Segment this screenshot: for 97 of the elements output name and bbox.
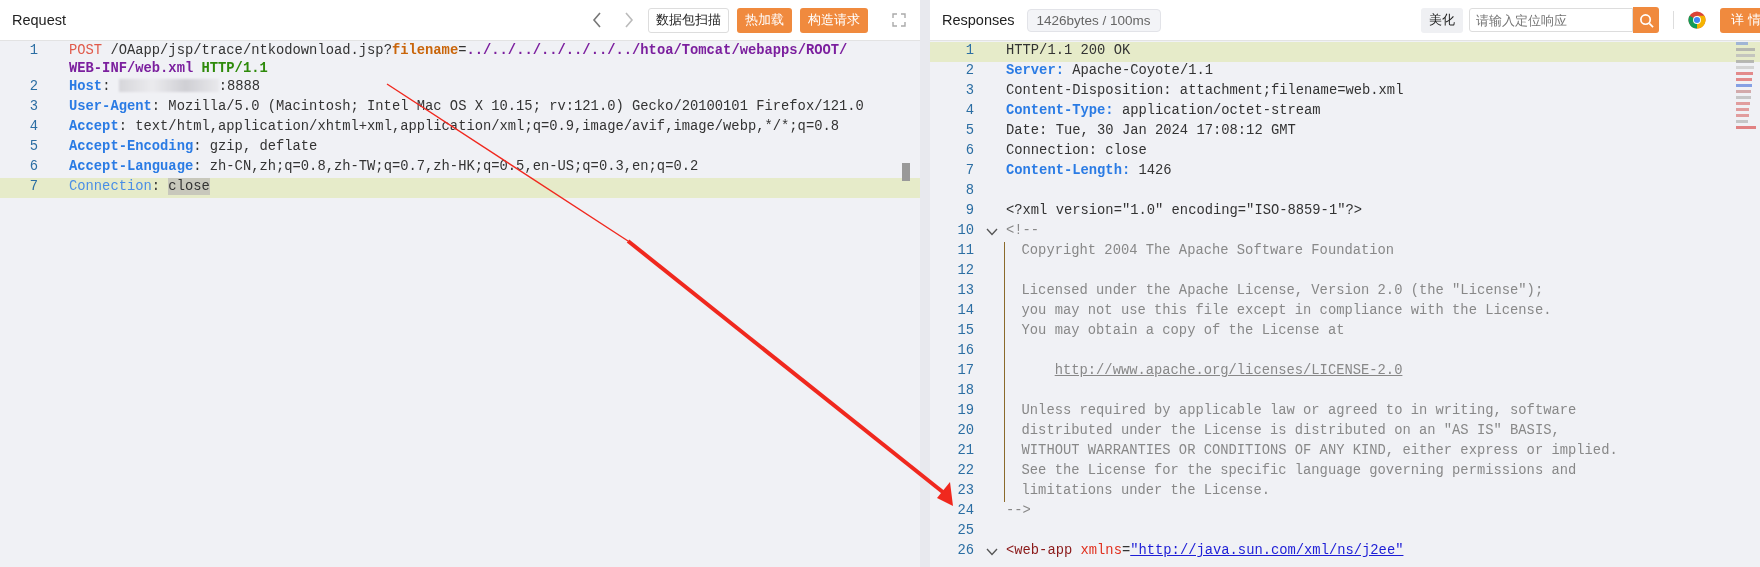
line-number: 9 xyxy=(964,202,975,220)
code-text: Connection: close xyxy=(1006,143,1147,158)
line-number: 3 xyxy=(28,97,39,116)
code-text: : gzip, deflate xyxy=(193,137,318,156)
xml-attribute: xmlns xyxy=(1079,543,1122,558)
expand-icon[interactable] xyxy=(892,13,906,27)
line-number: 5 xyxy=(28,137,39,156)
header-name: Content-Type: xyxy=(1006,103,1114,118)
details-button[interactable]: 详 情 xyxy=(1720,7,1760,33)
code-text: Content-Disposition: attachment;filename=web.xml xyxy=(1006,83,1404,98)
comment-text: Licensed under the Apache License, Version 2.0 (the "License"); xyxy=(1020,283,1544,298)
line-number: 25 xyxy=(956,522,975,540)
line-number: 10 xyxy=(956,222,975,240)
line-number: 2 xyxy=(964,62,975,80)
fold-caret-icon[interactable] xyxy=(986,548,998,556)
line-number: 21 xyxy=(956,442,975,460)
header-name: User-Agent xyxy=(69,97,152,116)
comment-text: Copyright 2004 The Apache Software Foundation xyxy=(1020,243,1395,258)
line-number: 20 xyxy=(956,422,975,440)
line-number: 8 xyxy=(964,182,975,200)
line-number: 7 xyxy=(28,177,39,196)
forward-icon[interactable] xyxy=(624,12,634,28)
comment-text: --> xyxy=(1006,503,1031,518)
line-number: 2 xyxy=(28,77,39,96)
minimap-drawing[interactable] xyxy=(1736,42,1756,129)
code-text: : xyxy=(102,77,112,96)
line-number: 3 xyxy=(964,82,975,100)
param-name: filename xyxy=(391,42,459,60)
line-number: 16 xyxy=(956,342,975,360)
code-text: 1426 xyxy=(1137,163,1172,178)
line-number: 24 xyxy=(956,502,975,520)
code-text: <?xml version="1.0" encoding="ISO-8859-1"?> xyxy=(1006,203,1363,218)
header-name: Content-Length: xyxy=(1006,163,1131,178)
line-number: 19 xyxy=(956,402,975,420)
code-text: HTTP/1.1 200 OK xyxy=(1006,43,1131,58)
comment-text: distributed under the License is distributed on an "AS IS" BASIS, xyxy=(1020,423,1560,438)
panel-title: Responses xyxy=(942,12,1015,28)
comment-text: You may obtain a copy of the License at xyxy=(1020,323,1345,338)
code-text: /OAapp/jsp/trace/ntkodownload.jsp? xyxy=(109,42,392,60)
response-stats-badge: 1426bytes / 100ms xyxy=(1026,8,1161,32)
http-method: POST xyxy=(69,42,103,60)
code-text: :8888 xyxy=(218,77,261,96)
search-field[interactable]: 请输入定位响应 xyxy=(1469,8,1633,32)
header-name: Accept-Encoding xyxy=(69,137,194,156)
toolbar-button[interactable]: 构造请求 xyxy=(800,7,868,33)
line-number: 6 xyxy=(28,157,39,176)
code-text: : xyxy=(151,177,162,196)
line-number: 18 xyxy=(956,382,975,400)
header-name: Host xyxy=(69,77,103,96)
param-value: WEB-INF/web.xml xyxy=(69,59,194,78)
line-number: 17 xyxy=(956,362,975,380)
comment-text: See the License for the specific language governing permissions and xyxy=(1020,463,1577,478)
browser-icon[interactable] xyxy=(1688,11,1706,29)
comment-text: Unless required by applicable law or agreed to in writing, software xyxy=(1020,403,1577,418)
scrollbar-thumb[interactable] xyxy=(902,163,910,181)
line-number: 15 xyxy=(956,322,975,340)
header-name: Accept-Language xyxy=(69,157,194,176)
comment-text: WITHOUT WARRANTIES OR CONDITIONS OF ANY KIND, either express or implied. xyxy=(1020,443,1618,458)
search-button[interactable] xyxy=(1633,7,1659,33)
param-value: ../../../../../../../htoa/Tomcat/webapps/ROOT/ xyxy=(466,42,848,60)
line-number: 1 xyxy=(964,42,975,60)
line-number: 26 xyxy=(956,542,975,560)
code-text: application/octet-stream xyxy=(1120,103,1321,118)
code-text: = xyxy=(1121,543,1131,558)
xml-tag: <web-app xyxy=(1006,543,1073,558)
line-number: 4 xyxy=(28,117,39,136)
header-name: Accept xyxy=(69,117,119,136)
line-number: 5 xyxy=(964,122,975,140)
comment-text: <!-- xyxy=(1006,223,1040,238)
toolbar-button[interactable]: 数据包扫描 xyxy=(648,7,729,33)
search-icon xyxy=(1638,12,1654,28)
line-number: 7 xyxy=(964,162,975,180)
namespace-link[interactable]: "http://java.sun.com/xml/ns/j2ee" xyxy=(1130,543,1404,558)
comment-text: you may not use this file except in compliance with the License. xyxy=(1020,303,1552,318)
line-number: 23 xyxy=(956,482,975,500)
line-number: 12 xyxy=(956,262,975,280)
comment-text: limitations under the License. xyxy=(1020,483,1270,498)
line-number: 14 xyxy=(956,302,975,320)
code-text: = xyxy=(458,42,467,60)
line-number: 22 xyxy=(956,462,975,480)
toolbar-button[interactable]: 热加载 xyxy=(737,7,792,33)
header-name: Server: xyxy=(1006,63,1064,78)
comment-link[interactable]: http://www.apache.org/licenses/LICENSE-2.0 xyxy=(1054,363,1403,378)
code-text: Date: Tue, 30 Jan 2024 17:08:12 GMT xyxy=(1006,123,1296,138)
protocol-text: HTTP/1.1 xyxy=(200,59,268,78)
header-name: Connection xyxy=(69,177,152,196)
line-number: 11 xyxy=(956,242,975,260)
code-text: Apache-Coyote/1.1 xyxy=(1071,63,1213,78)
line-number: 13 xyxy=(956,282,975,300)
back-icon[interactable] xyxy=(592,12,602,28)
fold-caret-icon[interactable] xyxy=(986,228,998,236)
beautify-button[interactable]: 美化 xyxy=(1421,7,1463,33)
line-number: 6 xyxy=(964,142,975,160)
panel-title: Request xyxy=(12,12,67,28)
line-number: 1 xyxy=(28,42,39,60)
line-number: 4 xyxy=(964,102,975,120)
selected-text: close xyxy=(168,177,210,196)
